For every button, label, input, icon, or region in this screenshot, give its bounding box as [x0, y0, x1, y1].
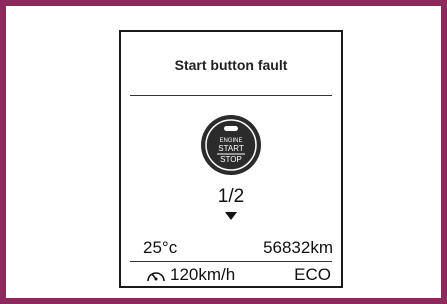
speedometer-icon [147, 272, 165, 282]
chevron-down-icon [225, 212, 237, 220]
engine-start-stop-icon: ENGINE START STOP [200, 114, 262, 176]
odometer: 56832km [263, 238, 333, 257]
button-line-3: STOP [220, 155, 242, 164]
divider [130, 95, 332, 96]
screen-background: Start button fault ENGINE START STOP 1/2… [6, 6, 441, 298]
divider-bottom [130, 261, 332, 262]
speed-readout: 120km/h [146, 265, 235, 285]
button-line-2: START [218, 144, 244, 153]
drive-mode: ECO [294, 265, 331, 284]
speed-value: 120km/h [170, 265, 236, 284]
outside-temperature: 25°c [143, 238, 178, 257]
fault-title: Start button fault [174, 57, 288, 73]
instrument-cluster-display: Start button fault ENGINE START STOP 1/2… [119, 30, 343, 288]
page-indicator: 1/2 [217, 186, 245, 207]
